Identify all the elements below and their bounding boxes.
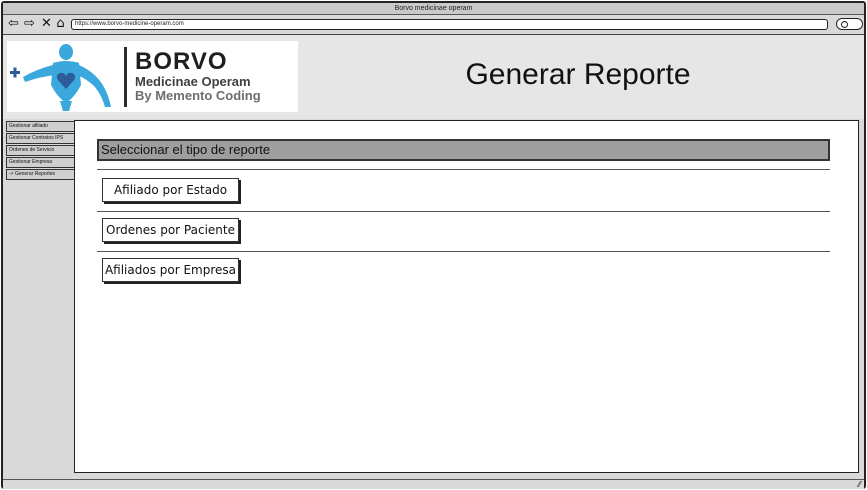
browser-toolbar: ⇦ ⇨ ✕ ⌂ https://www.borvo-medicine-opera…: [3, 15, 864, 35]
divider: [97, 211, 830, 212]
divider: [97, 251, 830, 252]
status-bar: ⁄⁄: [3, 479, 864, 489]
divider: [97, 169, 830, 170]
sidebar-item-generar-reportes[interactable]: -> Generar Reportes: [6, 169, 75, 180]
sidebar-menu: Gestionar afiliado Gestionar Contratos I…: [6, 121, 75, 181]
stop-icon[interactable]: ✕: [40, 17, 53, 31]
page-header: BORVO Medicinae Operam By Memento Coding…: [3, 35, 864, 119]
page-title: Generar Reporte: [465, 58, 691, 91]
resize-grip-icon[interactable]: ⁄⁄: [858, 480, 861, 489]
address-bar[interactable]: https://www.borvo-medicine-operam.com: [71, 19, 828, 30]
browser-window: Borvo medicinae operam ⇦ ⇨ ✕ ⌂ https://w…: [1, 1, 866, 489]
logo-tagline: By Memento Coding: [135, 88, 261, 103]
forward-arrow-icon[interactable]: ⇨: [23, 17, 36, 31]
sidebar-item-gestionar-contratos-ips[interactable]: Gestionar Contratos IPS: [6, 133, 75, 144]
search-box[interactable]: [836, 18, 863, 30]
report-afiliados-por-empresa-button[interactable]: Afiliados por Empresa: [102, 258, 239, 282]
sidebar-item-ordenes-de-servicio[interactable]: Ordenes de Servicio: [6, 145, 75, 156]
section-title: Seleccionar el tipo de reporte: [97, 139, 830, 161]
report-ordenes-por-paciente-button[interactable]: Ordenes por Paciente: [102, 218, 239, 242]
medical-figure-icon: [10, 44, 111, 111]
report-afiliado-por-estado-button[interactable]: Afiliado por Estado: [102, 178, 239, 202]
home-icon[interactable]: ⌂: [54, 17, 67, 31]
sidebar-item-gestionar-empresa[interactable]: Gestionar Empresa: [6, 157, 75, 168]
logo-title: BORVO: [135, 48, 228, 75]
borvo-logo: BORVO Medicinae Operam By Memento Coding: [7, 41, 298, 112]
main-content: Seleccionar el tipo de reporte Afiliado …: [74, 120, 859, 473]
logo-divider: [124, 47, 127, 107]
logo-subtitle: Medicinae Operam: [135, 74, 251, 89]
window-title: Borvo medicinae operam: [3, 3, 864, 15]
sidebar-item-gestionar-afiliado[interactable]: Gestionar afiliado: [6, 121, 75, 132]
back-arrow-icon[interactable]: ⇦: [7, 17, 20, 31]
